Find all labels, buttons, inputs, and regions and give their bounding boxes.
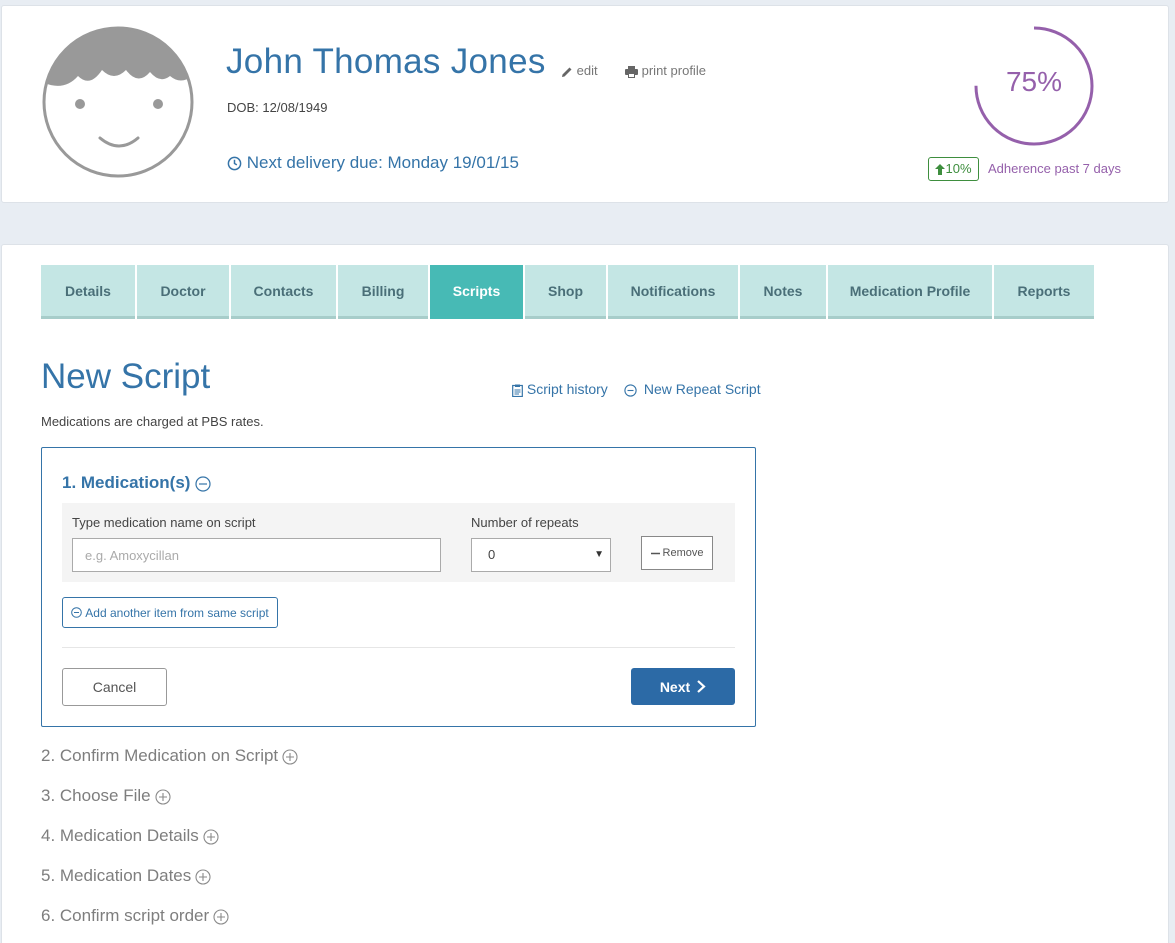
tab-reports[interactable]: Reports bbox=[994, 265, 1094, 319]
cancel-button[interactable]: Cancel bbox=[62, 668, 167, 706]
step-confirm-medication[interactable]: 2. Confirm Medication on Script bbox=[41, 746, 298, 766]
expand-plus-icon[interactable] bbox=[282, 748, 298, 765]
next-button[interactable]: Next bbox=[631, 668, 735, 705]
clock-icon bbox=[227, 156, 242, 171]
repeats-label: Number of repeats bbox=[471, 515, 579, 530]
tab-bar: Details Doctor Contacts Billing Scripts … bbox=[41, 265, 1096, 319]
adherence-change-badge: 10% bbox=[928, 157, 979, 181]
minus-circle-icon bbox=[71, 607, 83, 618]
add-item-label: Add another item from same script bbox=[85, 605, 269, 620]
adherence-change: 10% bbox=[945, 161, 972, 176]
remove-button[interactable]: Remove bbox=[641, 536, 713, 570]
print-profile-link[interactable]: print profile bbox=[625, 63, 706, 78]
chevron-right-icon bbox=[697, 680, 706, 693]
date-of-birth: DOB: 12/08/1949 bbox=[227, 100, 328, 115]
medication-name-label: Type medication name on script bbox=[72, 515, 256, 530]
minus-circle-icon bbox=[624, 384, 637, 397]
step-confirm-order[interactable]: 6. Confirm script order bbox=[41, 906, 229, 926]
next-delivery: Next delivery due: Monday 19/01/15 bbox=[227, 153, 519, 173]
step-label: 3. Choose File bbox=[41, 786, 151, 805]
arrow-up-icon bbox=[935, 164, 946, 176]
tab-details[interactable]: Details bbox=[41, 265, 135, 319]
tab-notes[interactable]: Notes bbox=[740, 265, 826, 319]
repeats-select[interactable]: 0 ▼ bbox=[471, 538, 611, 572]
printer-icon bbox=[625, 65, 638, 78]
minus-icon bbox=[650, 552, 660, 554]
clipboard-icon bbox=[512, 384, 523, 397]
medication-row: Type medication name on script Number of… bbox=[62, 503, 735, 582]
next-delivery-text: Next delivery due: Monday 19/01/15 bbox=[246, 153, 519, 172]
medication-heading-text: 1. Medication(s) bbox=[62, 473, 191, 492]
tab-billing[interactable]: Billing bbox=[338, 265, 428, 319]
tab-notifications[interactable]: Notifications bbox=[608, 265, 738, 319]
expand-plus-icon[interactable] bbox=[203, 828, 219, 845]
expand-plus-icon[interactable] bbox=[155, 788, 171, 805]
step-label: 2. Confirm Medication on Script bbox=[41, 746, 279, 765]
step-label: 6. Confirm script order bbox=[41, 906, 210, 925]
new-repeat-script-link[interactable]: New Repeat Script bbox=[624, 381, 761, 397]
divider bbox=[62, 647, 735, 648]
next-label: Next bbox=[659, 678, 691, 695]
step-medication-details[interactable]: 4. Medication Details bbox=[41, 826, 219, 846]
step-choose-file[interactable]: 3. Choose File bbox=[41, 786, 171, 806]
medication-name-input[interactable] bbox=[72, 538, 441, 572]
add-item-button[interactable]: Add another item from same script bbox=[62, 597, 278, 628]
tab-scripts[interactable]: Scripts bbox=[430, 265, 523, 319]
tab-shop[interactable]: Shop bbox=[525, 265, 606, 319]
tab-medication-profile[interactable]: Medication Profile bbox=[828, 265, 992, 319]
caret-down-icon: ▼ bbox=[594, 549, 604, 560]
expand-plus-icon[interactable] bbox=[213, 908, 229, 925]
adherence-label: Adherence past 7 days bbox=[988, 161, 1121, 176]
new-repeat-label: New Repeat Script bbox=[643, 381, 761, 397]
step-label: 5. Medication Dates bbox=[41, 866, 192, 885]
medication-section-heading[interactable]: 1. Medication(s) bbox=[62, 473, 211, 493]
pbs-note: Medications are charged at PBS rates. bbox=[41, 414, 264, 429]
print-label: print profile bbox=[641, 63, 706, 78]
edit-profile-link[interactable]: edit bbox=[561, 63, 598, 78]
repeats-value: 0 bbox=[488, 547, 496, 562]
script-history-link[interactable]: Script history bbox=[512, 381, 608, 397]
edit-label: edit bbox=[576, 63, 598, 78]
tab-doctor[interactable]: Doctor bbox=[137, 265, 229, 319]
adherence-percent: 75% bbox=[1005, 66, 1063, 97]
expand-plus-icon[interactable] bbox=[195, 868, 211, 885]
page-title: New Script bbox=[41, 357, 211, 396]
remove-label: Remove bbox=[662, 547, 704, 559]
tab-contacts[interactable]: Contacts bbox=[231, 265, 336, 319]
pencil-icon bbox=[562, 67, 572, 77]
collapse-minus-icon[interactable] bbox=[195, 475, 211, 492]
script-history-label: Script history bbox=[526, 381, 608, 397]
step-label: 4. Medication Details bbox=[41, 826, 199, 845]
avatar-icon bbox=[42, 26, 194, 178]
step-medication-dates[interactable]: 5. Medication Dates bbox=[41, 866, 211, 886]
medication-section: 1. Medication(s) Type medication name on… bbox=[41, 447, 756, 727]
patient-name: John Thomas Jones bbox=[226, 42, 546, 81]
